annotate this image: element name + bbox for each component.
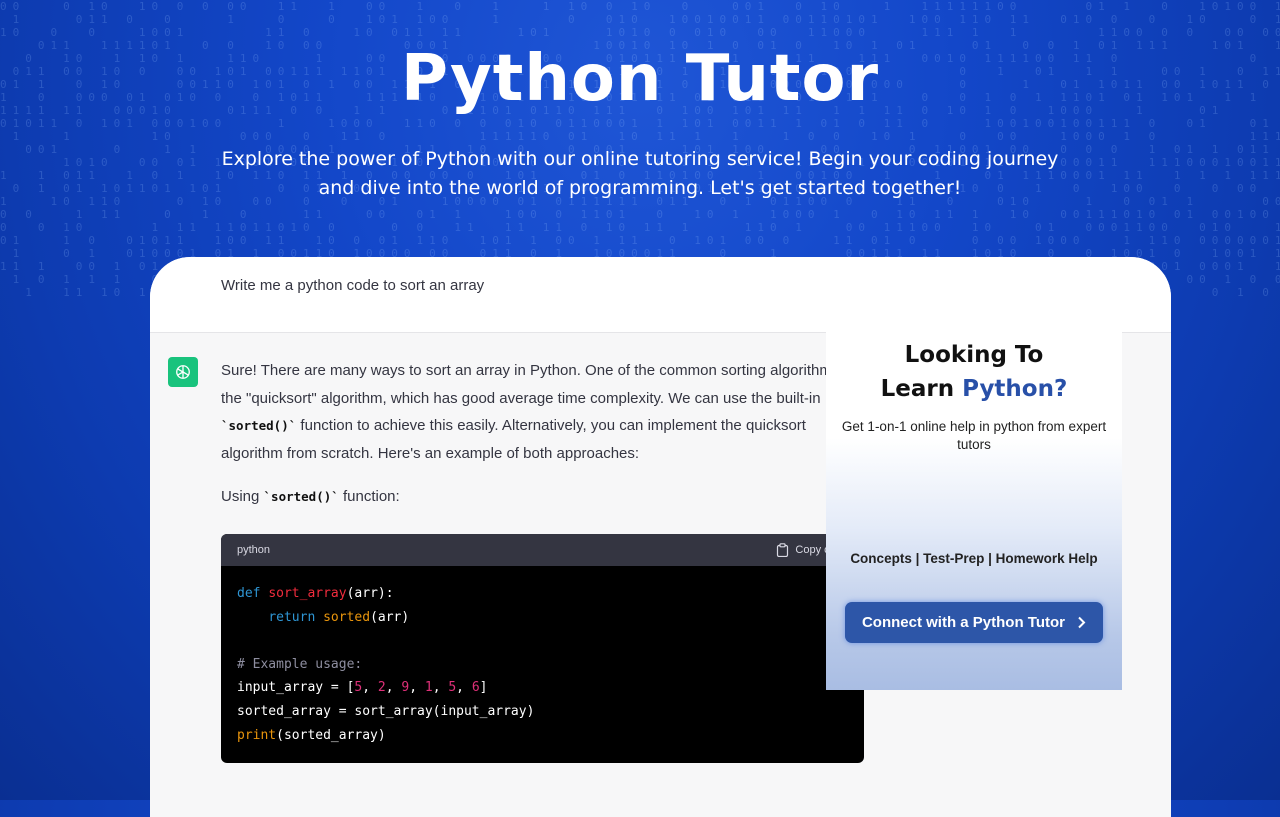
clipboard-icon [777,543,789,557]
code-number: 2 [377,680,386,696]
using-suffix: function: [338,488,400,505]
code-function-name: sort_array [268,586,347,601]
code-text: ] [479,680,488,696]
ad-title: Looking To Learn Python? [826,338,1122,406]
ad-title-line2: Learn Python? [826,372,1122,406]
code-text: , [456,680,472,696]
code-block: python Copy code def sort_array(arr): re… [221,534,864,763]
hero-title: Python Tutor [400,42,880,116]
code-body: def sort_array(arr): return sorted(arr) … [221,566,864,763]
tutor-ad-panel: Looking To Learn Python? Get 1-on-1 onli… [826,330,1122,690]
connect-tutor-button[interactable]: Connect with a Python Tutor [845,602,1103,643]
code-text: , [409,680,425,696]
code-keyword: return [268,609,316,625]
user-prompt-row: Write me a python code to sort an array [150,257,1171,333]
code-language-label: python [237,544,271,556]
code-text: , [385,680,402,696]
code-text: , [432,680,449,696]
assistant-answer: Sure! There are many ways to sort an arr… [221,357,861,467]
using-sorted-heading: Using `sorted()` function: [221,488,400,505]
code-builtin: print [237,727,277,743]
code-keyword: def [237,586,261,601]
answer-text-part2: function to achieve this easily. Alterna… [221,417,806,462]
code-builtin: sorted [323,609,371,625]
code-number: 1 [424,680,433,696]
ad-tags: Concepts | Test-Prep | Homework Help [850,551,1098,566]
connect-tutor-label: Connect with a Python Tutor [861,614,1066,631]
ad-title-line1: Looking To [904,342,1044,368]
code-text: (sorted_array) [276,727,386,743]
user-prompt-text: Write me a python code to sort an array [221,277,485,294]
code-text: sorted_array = sort_array(input_array) [237,703,535,719]
code-text: input_array = [ [237,680,355,696]
hero-subtitle: Explore the power of Python with our onl… [221,148,1059,199]
code-text: (arr) [370,609,410,625]
openai-logo-icon [168,357,198,387]
ad-subtitle: Get 1-on-1 online help in python from ex… [841,419,1107,452]
ad-title-prefix: Learn [880,376,963,402]
ad-title-accent: Python? [962,376,1068,402]
code-number: 5 [448,680,457,696]
code-header: python Copy code [221,534,864,566]
code-comment: # Example usage: [237,656,363,672]
code-number: 6 [471,680,480,696]
using-inline-code: `sorted()` [263,489,339,504]
answer-text-part1: Sure! There are many ways to sort an arr… [221,362,855,407]
chevron-right-icon [1078,616,1086,629]
code-text: , [362,680,378,696]
using-prefix: Using [221,488,264,505]
code-text: (arr): [346,586,394,601]
answer-inline-code: `sorted()` [221,418,297,433]
